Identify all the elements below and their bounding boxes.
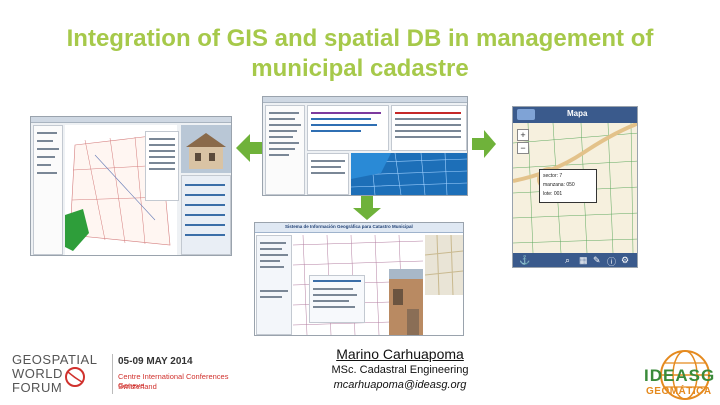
gear-icon[interactable]: ⚙ [621, 255, 629, 266]
author-email: mcarhuapoma@ideasg.org [333, 379, 467, 391]
sql-output-panel [307, 153, 349, 195]
results-table-panel [391, 105, 467, 151]
popup-line: sector: 7 [543, 173, 563, 179]
globe-icon [65, 367, 85, 387]
house-photo [181, 125, 231, 173]
arrow-left-icon [236, 134, 262, 162]
ideasg-sub: GEOMÁTICA [646, 386, 712, 397]
attribute-table-panel [145, 131, 179, 201]
db-tree-panel [265, 105, 305, 195]
geospatial-world-forum-logo: GEOSPATIAL WORLD FORUM 05-09 MAY 2014 Ce… [6, 350, 246, 398]
arrow-right-icon [472, 130, 496, 158]
mobile-toolbar: ⚓ ⌕ ▦ ✎ ⓘ ⚙ [513, 253, 637, 267]
window-titlebar [31, 117, 231, 123]
parcel-popup: sector: 7 manzana: 050 lote: 001 [539, 169, 597, 203]
portal-layer-panel [256, 235, 292, 335]
portal-header: Sistema de Información Geográfica para C… [255, 223, 463, 233]
sql-query-panel [307, 105, 389, 151]
gwf-line2: WORLD [12, 366, 63, 381]
portal-overview-map [425, 235, 463, 295]
desktop-gis-screenshot [30, 116, 232, 256]
zoom-in-button[interactable]: + [517, 129, 529, 141]
window-titlebar [263, 97, 467, 103]
edit-icon[interactable]: ✎ [593, 255, 601, 266]
search-icon[interactable]: ⌕ [565, 255, 570, 266]
event-country: Switzerland [118, 382, 157, 391]
gwf-line1: GEOSPATIAL [12, 352, 98, 367]
mobile-title: Mapa [567, 109, 588, 118]
portal-map [293, 235, 423, 335]
zoom-out-button[interactable]: − [517, 142, 529, 154]
author-name: Marino Carhuapoma [336, 346, 464, 362]
spatial-preview-map [351, 153, 467, 195]
spatial-db-screenshot [262, 96, 468, 196]
event-date: 05-09 MAY 2014 [118, 356, 193, 367]
arrow-down-icon [353, 196, 381, 220]
author-contact: Marino Carhuapoma MSc. Cadastral Enginee… [300, 346, 500, 393]
mobile-map: + − sector: 7 manzana: 050 lote: 001 [513, 123, 637, 253]
gwf-line3: FORUM [12, 380, 63, 395]
gwf-separator [112, 354, 113, 394]
mobile-header: Mapa [513, 107, 637, 123]
slide-title: Integration of GIS and spatial DB in man… [66, 25, 654, 82]
form-panel [181, 175, 231, 255]
portal-attribute-dialog [309, 275, 365, 323]
popup-line: lote: 001 [543, 191, 563, 197]
portal-title: Sistema de Información Geográfica para C… [285, 224, 413, 229]
layers-icon[interactable]: ▦ [579, 255, 588, 266]
layer-tree-panel [33, 125, 63, 255]
popup-line: manzana: 050 [543, 182, 575, 188]
mobile-logo [517, 109, 535, 120]
web-portal-screenshot: Sistema de Información Geográfica para C… [254, 222, 464, 336]
anchor-icon[interactable]: ⚓ [519, 255, 530, 266]
author-role: MSc. Cadastral Engineering [331, 364, 469, 376]
info-icon[interactable]: ⓘ [607, 255, 616, 267]
ideasg-word: IDEASG [644, 366, 716, 385]
mobile-app-screenshot: Mapa + − sector: 7 manzana: 050 lote: 00… [512, 106, 638, 268]
ideasg-logo: IDEASG GEOMÁTICA [636, 348, 716, 402]
street-photo [389, 269, 423, 335]
